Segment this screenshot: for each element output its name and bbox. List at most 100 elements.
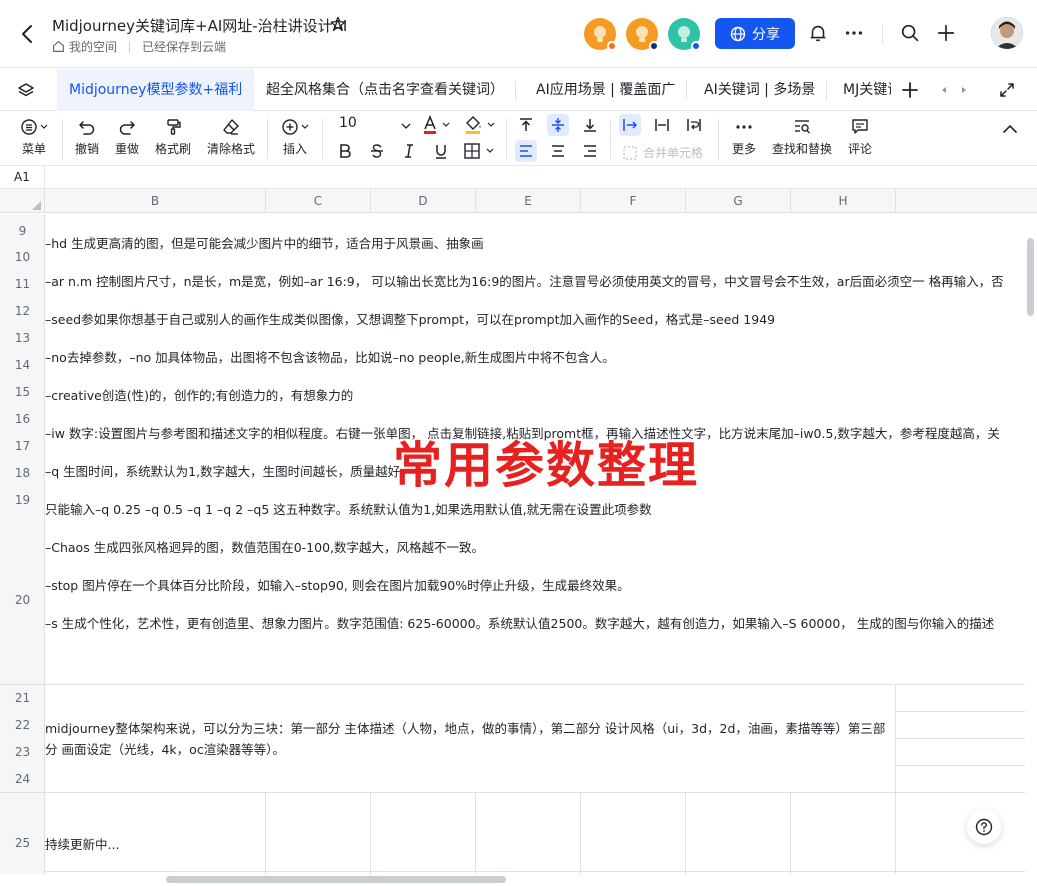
row-header[interactable]: 21 — [0, 691, 45, 705]
menu-button[interactable]: 菜单 — [14, 118, 54, 157]
align-center-icon — [552, 145, 564, 157]
bold-button[interactable] — [334, 140, 356, 162]
clear-format-button[interactable]: 清除格式 — [204, 118, 258, 157]
column-header-b[interactable]: B — [45, 189, 266, 213]
row-header[interactable]: 18 — [0, 466, 45, 480]
row-header[interactable]: 16 — [0, 412, 45, 426]
column-header-d[interactable]: D — [371, 189, 476, 213]
align-top-button[interactable] — [515, 114, 537, 136]
find-replace-icon — [795, 120, 810, 134]
redo-button[interactable]: 重做 — [110, 118, 144, 157]
param-line: –creative创造(性)的，创作的;有创造力的，有想象力的 — [45, 388, 354, 403]
row-header[interactable]: 13 — [0, 331, 45, 345]
row-header[interactable]: 14 — [0, 358, 45, 372]
row-header[interactable]: 11 — [0, 277, 45, 291]
row-header[interactable]: 24 — [0, 772, 45, 786]
align-center-button[interactable] — [547, 140, 569, 162]
underline-button[interactable] — [430, 140, 452, 162]
merge-cells-button[interactable]: 合并单元格 — [623, 144, 703, 161]
updating-note-cell[interactable]: 持续更新中... — [45, 834, 119, 853]
text-overflow-button[interactable] — [619, 114, 641, 136]
toolbar-divider — [62, 119, 63, 159]
column-header-h[interactable]: H — [791, 189, 896, 213]
star-icon[interactable] — [329, 15, 347, 33]
text-clip-button[interactable] — [651, 114, 673, 136]
structure-note-cell[interactable]: midjourney整体架构来说，可以分为三块：第一部分 主体描述（人物，地点，… — [45, 718, 893, 760]
font-color-button[interactable] — [419, 114, 453, 136]
more-icon[interactable] — [843, 22, 865, 44]
align-right-button[interactable] — [579, 140, 601, 162]
tab-ai-keywords[interactable]: AI关键词 | 多场景 — [692, 69, 828, 111]
align-left-button[interactable] — [515, 140, 537, 162]
row-header[interactable]: 12 — [0, 304, 45, 318]
back-arrow-icon[interactable] — [16, 22, 40, 46]
column-headers: B C D E F G H — [0, 189, 1037, 213]
column-header-g[interactable]: G — [686, 189, 791, 213]
font-size-select[interactable]: 10 — [339, 115, 413, 137]
comment-button[interactable]: 评论 — [843, 118, 877, 157]
row-header[interactable]: 20 — [0, 593, 45, 607]
horizontal-scrollbar[interactable] — [166, 876, 506, 883]
plus-icon[interactable] — [935, 22, 957, 44]
tab-style-collection[interactable]: 超全风格集合（点击名字查看关键词） — [254, 69, 516, 111]
row-header[interactable]: 9 — [0, 224, 45, 238]
collaborator-avatar[interactable] — [626, 18, 659, 51]
collaborator-avatar[interactable] — [584, 18, 617, 51]
strikethrough-button[interactable] — [366, 140, 388, 162]
align-bottom-button[interactable] — [579, 114, 601, 136]
caret-left-icon[interactable] — [938, 84, 950, 96]
chevron-down-icon — [401, 123, 411, 129]
align-middle-button[interactable] — [547, 114, 569, 136]
row-header[interactable]: 10 — [0, 250, 45, 264]
row-header[interactable]: 17 — [0, 439, 45, 453]
add-sheet-icon[interactable] — [900, 80, 920, 100]
column-header-e[interactable]: E — [476, 189, 581, 213]
row-header[interactable]: 23 — [0, 745, 45, 759]
align-middle-icon — [552, 118, 564, 132]
bell-icon[interactable] — [807, 22, 829, 44]
format-painter-button[interactable]: 格式刷 — [151, 118, 195, 157]
space-link[interactable]: 我的空间 — [69, 38, 117, 55]
header-divider — [882, 24, 883, 44]
undo-button[interactable]: 撤销 — [70, 118, 104, 157]
search-icon[interactable] — [899, 22, 921, 44]
select-all-corner[interactable] — [0, 189, 45, 213]
share-button[interactable]: 分享 — [715, 18, 795, 49]
toolbar-divider — [718, 119, 719, 159]
tab-ai-scenarios[interactable]: AI应用场景 | 覆盖面广 — [524, 69, 688, 111]
font-color-icon — [424, 115, 450, 134]
row-header[interactable]: 19 — [0, 493, 45, 507]
find-replace-button[interactable]: 查找和替换 — [769, 118, 835, 157]
vertical-scrollbar[interactable] — [1027, 238, 1034, 316]
row-header[interactable]: 25 — [0, 836, 45, 850]
collapse-toolbar-icon[interactable] — [1001, 120, 1019, 138]
user-avatar[interactable] — [991, 17, 1023, 49]
column-header-f[interactable]: F — [581, 189, 686, 213]
text-wrap-button[interactable] — [683, 114, 705, 136]
collaborator-avatar[interactable] — [668, 18, 701, 51]
more-button[interactable]: 更多 — [727, 118, 761, 157]
comment-icon — [852, 119, 868, 134]
layers-icon[interactable] — [16, 81, 36, 101]
redo-icon — [119, 121, 135, 135]
italic-button[interactable] — [398, 140, 420, 162]
save-status: 已经保存到云端 — [142, 40, 227, 54]
document-title[interactable]: Midjourney关键词库+AI网址-治柱讲设计AI — [52, 15, 347, 36]
merged-params-cell[interactable]: –hd 生成更高清的图，但是可能会减少图片中的细节，适合用于风景画、抽象画 –a… — [45, 214, 1025, 685]
caret-right-icon[interactable] — [958, 84, 970, 96]
tab-model-params[interactable]: Midjourney模型参数+福利 — [57, 69, 255, 111]
expand-icon[interactable] — [998, 81, 1016, 99]
home-icon — [53, 40, 64, 52]
border-button[interactable] — [462, 140, 498, 162]
tab-mj-keywords[interactable]: MJ关键词 — [831, 69, 891, 111]
insert-button[interactable]: 插入 — [277, 118, 313, 157]
presence-dot — [649, 41, 659, 51]
fill-color-button[interactable] — [462, 114, 498, 136]
cell-reference[interactable]: A1 — [14, 170, 30, 184]
row-header[interactable]: 22 — [0, 718, 45, 732]
format-painter-label: 格式刷 — [154, 142, 191, 156]
row-header[interactable]: 15 — [0, 385, 45, 399]
column-header-c[interactable]: C — [266, 189, 371, 213]
paint-bucket-icon — [466, 116, 495, 134]
help-button[interactable] — [967, 810, 1001, 844]
